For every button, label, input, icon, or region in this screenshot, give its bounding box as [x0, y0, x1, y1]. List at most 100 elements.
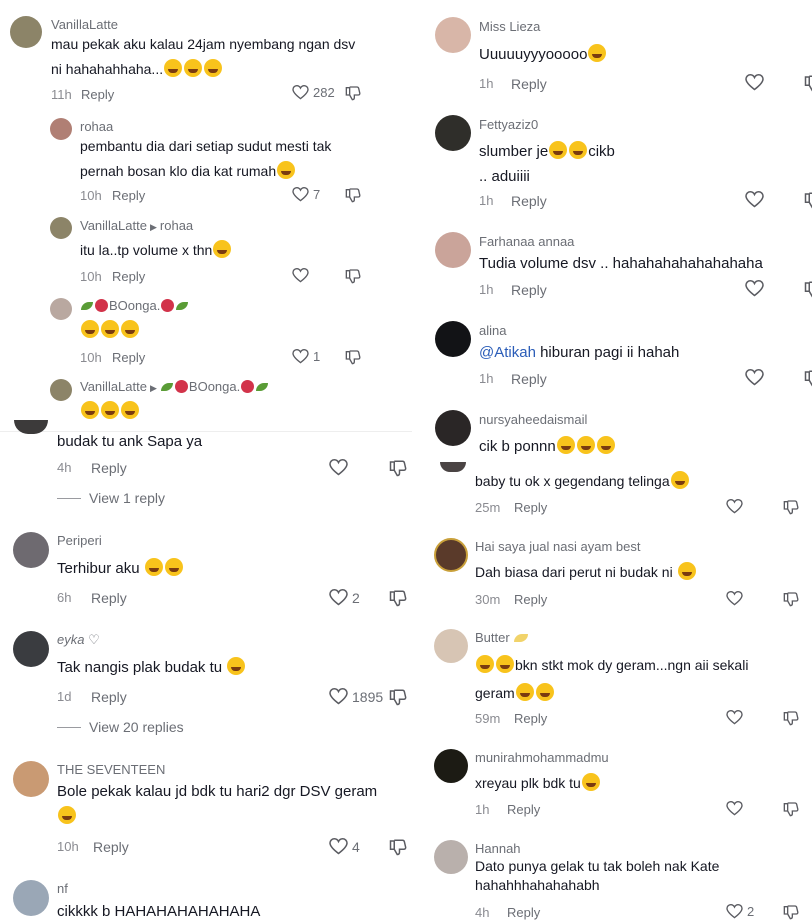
thumbs-down-icon[interactable]: [804, 74, 812, 92]
like-button[interactable]: 4: [329, 838, 360, 855]
comment-time: 1h: [479, 371, 494, 386]
reply-button[interactable]: Reply: [514, 711, 547, 726]
like-button[interactable]: 1: [292, 349, 320, 364]
reply-button[interactable]: Reply: [511, 282, 547, 298]
thumbs-down-icon[interactable]: [389, 459, 407, 477]
avatar[interactable]: [434, 749, 468, 783]
reply-button[interactable]: Reply: [507, 905, 540, 920]
reply-button[interactable]: Reply: [112, 350, 145, 365]
reply-button[interactable]: Reply: [91, 590, 127, 606]
avatar[interactable]: [434, 840, 468, 874]
thumbs-down-icon[interactable]: [345, 187, 361, 203]
laugh-emoji: [81, 320, 99, 338]
reply-button[interactable]: Reply: [112, 269, 145, 284]
comment-text: itu la..tp volume x thn: [80, 238, 232, 263]
thumbs-down-icon[interactable]: [389, 838, 407, 856]
comment-author[interactable]: Butter: [475, 630, 529, 645]
thumbs-down-icon[interactable]: [804, 280, 812, 298]
reply-button[interactable]: Reply: [511, 371, 547, 387]
reply-button[interactable]: Reply: [507, 802, 540, 817]
heart-icon[interactable]: [329, 459, 348, 476]
reply-button[interactable]: Reply: [93, 839, 129, 855]
like-button[interactable]: 1895: [329, 688, 383, 705]
reply-button[interactable]: Reply: [514, 592, 547, 607]
thumbs-down-icon[interactable]: [345, 268, 361, 284]
thumbs-down-icon[interactable]: [389, 688, 407, 706]
comment-author[interactable]: eyka ♡: [57, 632, 100, 648]
comment-text: Dah biasa dari perut ni budak ni: [475, 560, 697, 585]
heart-icon[interactable]: [745, 369, 764, 386]
avatar[interactable]: [13, 631, 49, 667]
thumbs-down-icon[interactable]: [804, 191, 812, 209]
comment-text: bkn stkt mok dy geram...ngn aii sekali g…: [475, 655, 749, 701]
view-replies-button[interactable]: View 1 reply: [57, 490, 165, 506]
comment-author[interactable]: Hai saya jual nasi ayam best: [475, 539, 640, 554]
like-button[interactable]: 7: [292, 187, 320, 202]
comment-author[interactable]: VanillaLatte ▶ rohaa: [80, 218, 193, 233]
avatar[interactable]: [435, 17, 471, 53]
avatar[interactable]: [440, 462, 466, 472]
thumbs-down-icon[interactable]: [783, 801, 799, 817]
heart-icon[interactable]: [745, 280, 764, 297]
reply-button[interactable]: Reply: [514, 500, 547, 515]
avatar[interactable]: [10, 16, 42, 48]
thumbs-down-icon[interactable]: [783, 591, 799, 607]
rofl-emoji: [677, 562, 696, 580]
like-button[interactable]: 2: [329, 589, 360, 606]
avatar[interactable]: [13, 532, 49, 568]
thumbs-down-icon[interactable]: [783, 499, 799, 515]
avatar[interactable]: [50, 217, 72, 239]
comment-author[interactable]: VanillaLatte: [51, 17, 118, 32]
heart-icon[interactable]: [726, 801, 743, 816]
avatar[interactable]: [435, 321, 471, 357]
thumbs-down-icon[interactable]: [345, 349, 361, 365]
heart-icon[interactable]: [726, 499, 743, 514]
avatar[interactable]: [435, 410, 471, 446]
reply-button[interactable]: Reply: [81, 87, 114, 102]
reply-button[interactable]: Reply: [91, 689, 127, 705]
reply-button[interactable]: Reply: [91, 460, 127, 476]
comment-author[interactable]: nursyaheedaismail: [479, 412, 587, 427]
comment-author[interactable]: VanillaLatte ▶ BOonga.: [80, 379, 269, 394]
heart-icon[interactable]: [726, 710, 743, 725]
heart-icon[interactable]: [745, 74, 764, 91]
avatar[interactable]: [13, 880, 49, 916]
avatar[interactable]: [50, 118, 72, 140]
view-replies-button[interactable]: View 20 replies: [57, 719, 184, 735]
heart-icon[interactable]: [745, 191, 764, 208]
comment-author[interactable]: BOonga.: [80, 298, 189, 313]
comment-author[interactable]: Fettyaziz0: [479, 117, 538, 132]
heart-icon[interactable]: [292, 268, 309, 283]
mention-link[interactable]: @Atikah: [479, 344, 536, 361]
avatar[interactable]: [50, 379, 72, 401]
heart-icon[interactable]: [726, 591, 743, 606]
comment-author[interactable]: Farhanaa annaa: [479, 234, 574, 249]
reply-button[interactable]: Reply: [511, 193, 547, 209]
comment-author[interactable]: THE SEVENTEEN: [57, 762, 165, 777]
like-count: 2: [352, 589, 360, 606]
avatar[interactable]: [435, 115, 471, 151]
thumbs-down-icon[interactable]: [783, 710, 799, 726]
thumbs-down-icon[interactable]: [804, 369, 812, 387]
comment-author[interactable]: alina: [479, 323, 506, 338]
avatar[interactable]: [13, 761, 49, 797]
comment-author[interactable]: Periperi: [57, 533, 102, 548]
thumbs-down-icon[interactable]: [345, 85, 361, 101]
avatar[interactable]: [50, 298, 72, 320]
comment-author[interactable]: Miss Lieza: [479, 19, 540, 34]
leaf-emoji: [81, 302, 93, 310]
reply-button[interactable]: Reply: [511, 76, 547, 92]
like-button[interactable]: 282: [292, 85, 335, 100]
comment-author[interactable]: Hannah: [475, 841, 521, 856]
like-button[interactable]: 2: [726, 904, 754, 919]
thumbs-down-icon[interactable]: [783, 904, 799, 920]
avatar[interactable]: [435, 232, 471, 268]
thumbs-down-icon[interactable]: [389, 589, 407, 607]
cry-laugh-emoji: [58, 806, 76, 824]
avatar[interactable]: [434, 629, 468, 663]
avatar[interactable]: [434, 538, 468, 572]
comment-author[interactable]: munirahmohammadmu: [475, 750, 609, 765]
comment-author[interactable]: rohaa: [80, 119, 113, 134]
reply-button[interactable]: Reply: [112, 188, 145, 203]
comment-author[interactable]: nf: [57, 881, 68, 896]
